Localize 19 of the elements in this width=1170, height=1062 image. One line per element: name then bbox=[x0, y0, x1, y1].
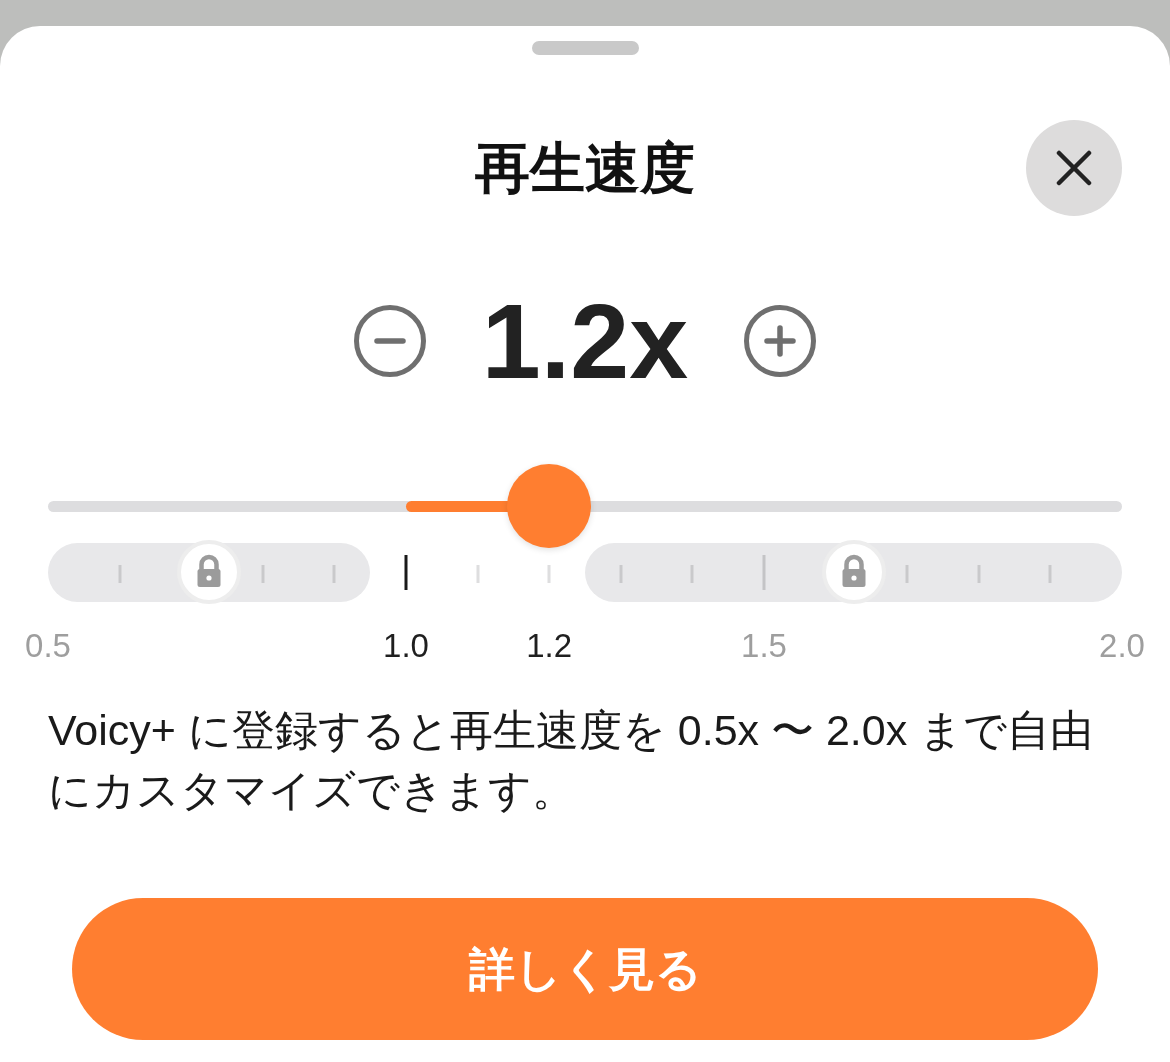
minus-circle-icon[interactable] bbox=[353, 305, 426, 377]
sheet-title: 再生速度 bbox=[475, 140, 695, 196]
speed-slider[interactable] bbox=[48, 464, 1122, 548]
scale-label: 1.5 bbox=[741, 627, 787, 665]
scale-label: 1.2 bbox=[526, 627, 573, 665]
scale-label: 1.0 bbox=[383, 627, 429, 665]
tick-mark bbox=[404, 555, 408, 590]
speed-value: 1.2x bbox=[481, 288, 689, 394]
tick-mark bbox=[476, 565, 480, 583]
sheet-handle[interactable] bbox=[531, 41, 639, 55]
close-icon bbox=[1056, 150, 1092, 186]
tick-mark bbox=[547, 565, 551, 583]
description-text: Voicy+ に登録すると再生速度を 0.5x 〜 2.0x まで自由にカスタマイズできます。 bbox=[48, 705, 1095, 816]
slider-thumb[interactable] bbox=[507, 464, 592, 548]
scale-label: 2.0 bbox=[1099, 627, 1145, 665]
scale-label: 0.5 bbox=[25, 627, 71, 665]
see-more-button[interactable]: 詳しく見る bbox=[72, 898, 1098, 1040]
tick-mark bbox=[762, 555, 766, 590]
plus-circle-icon[interactable] bbox=[744, 305, 817, 377]
